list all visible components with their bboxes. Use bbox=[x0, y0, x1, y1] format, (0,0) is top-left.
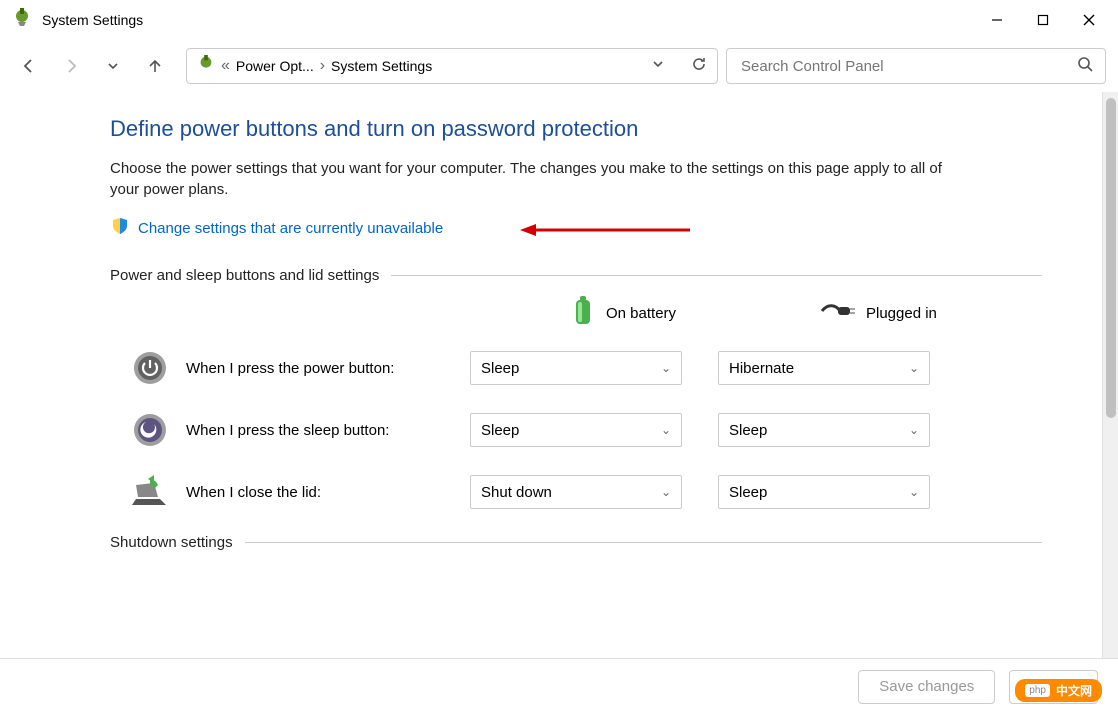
shield-icon bbox=[110, 216, 130, 241]
title-bar: System Settings bbox=[0, 0, 1118, 40]
search-box[interactable] bbox=[726, 48, 1106, 84]
control-panel-icon bbox=[197, 55, 215, 78]
chevron-right-icon: › bbox=[320, 57, 325, 75]
address-bar[interactable]: « Power Opt... › System Settings bbox=[186, 48, 718, 84]
scroll-thumb[interactable] bbox=[1106, 98, 1116, 418]
row-close-lid: When I close the lid: Shut down ⌄ Sleep ⌄ bbox=[130, 472, 1042, 512]
maximize-button[interactable] bbox=[1020, 4, 1066, 36]
column-plugged-in: Plugged in bbox=[820, 301, 1020, 325]
close-lid-battery-value: Shut down bbox=[481, 484, 552, 501]
app-icon bbox=[12, 8, 32, 33]
close-lid-plugged-value: Sleep bbox=[729, 484, 767, 501]
toolbar: « Power Opt... › System Settings bbox=[0, 40, 1118, 92]
refresh-button[interactable] bbox=[691, 56, 707, 77]
lid-icon bbox=[130, 472, 170, 512]
page-description: Choose the power settings that you want … bbox=[110, 158, 970, 200]
chevron-down-icon: ⌄ bbox=[909, 423, 919, 437]
breadcrumb-parent[interactable]: Power Opt... bbox=[236, 58, 314, 74]
row-power-label: When I press the power button: bbox=[186, 360, 470, 377]
search-icon[interactable] bbox=[1077, 56, 1093, 77]
sleep-button-plugged-select[interactable]: Sleep ⌄ bbox=[718, 413, 930, 447]
forward-button[interactable] bbox=[54, 49, 88, 83]
section-shutdown-label: Shutdown settings bbox=[110, 534, 233, 551]
chevron-down-icon: ⌄ bbox=[909, 485, 919, 499]
back-button[interactable] bbox=[12, 49, 46, 83]
chevron-down-icon: ⌄ bbox=[661, 423, 671, 437]
footer: Save changes Cancel bbox=[0, 658, 1118, 714]
sleep-icon bbox=[130, 410, 170, 450]
chevron-down-icon: ⌄ bbox=[661, 361, 671, 375]
content-area: Define power buttons and turn on passwor… bbox=[0, 92, 1102, 658]
chevron-down-icon: ⌄ bbox=[909, 361, 919, 375]
close-button[interactable] bbox=[1066, 4, 1112, 36]
window-title: System Settings bbox=[42, 12, 143, 28]
section-power-sleep: Power and sleep buttons and lid settings bbox=[110, 267, 1042, 284]
close-lid-battery-select[interactable]: Shut down ⌄ bbox=[470, 475, 682, 509]
sleep-button-plugged-value: Sleep bbox=[729, 422, 767, 439]
recent-dropdown[interactable] bbox=[96, 49, 130, 83]
row-lid-label: When I close the lid: bbox=[186, 484, 470, 501]
section-shutdown: Shutdown settings bbox=[110, 534, 1042, 551]
watermark: 中文网 bbox=[1015, 679, 1102, 702]
battery-icon bbox=[570, 294, 596, 332]
column-plugged-label: Plugged in bbox=[866, 305, 937, 322]
power-button-plugged-value: Hibernate bbox=[729, 360, 794, 377]
search-input[interactable] bbox=[739, 57, 1077, 76]
section-power-sleep-label: Power and sleep buttons and lid settings bbox=[110, 267, 379, 284]
row-sleep-label: When I press the sleep button: bbox=[186, 422, 470, 439]
address-dropdown-icon[interactable] bbox=[651, 57, 665, 76]
save-button[interactable]: Save changes bbox=[858, 670, 995, 704]
chevron-down-icon: ⌄ bbox=[661, 485, 671, 499]
change-settings-link[interactable]: Change settings that are currently unava… bbox=[138, 220, 443, 237]
annotation-arrow bbox=[520, 222, 690, 243]
sleep-button-battery-value: Sleep bbox=[481, 422, 519, 439]
scrollbar[interactable] bbox=[1102, 92, 1118, 658]
breadcrumb-prefix: « bbox=[221, 57, 230, 75]
column-battery-label: On battery bbox=[606, 305, 676, 322]
sleep-button-battery-select[interactable]: Sleep ⌄ bbox=[470, 413, 682, 447]
page-heading: Define power buttons and turn on passwor… bbox=[110, 116, 1042, 142]
power-icon bbox=[130, 348, 170, 388]
breadcrumb-current[interactable]: System Settings bbox=[331, 58, 432, 74]
up-button[interactable] bbox=[138, 49, 172, 83]
plug-icon bbox=[820, 301, 856, 325]
power-button-plugged-select[interactable]: Hibernate ⌄ bbox=[718, 351, 930, 385]
close-lid-plugged-select[interactable]: Sleep ⌄ bbox=[718, 475, 930, 509]
power-button-battery-select[interactable]: Sleep ⌄ bbox=[470, 351, 682, 385]
row-sleep-button: When I press the sleep button: Sleep ⌄ Sl… bbox=[130, 410, 1042, 450]
row-power-button: When I press the power button: Sleep ⌄ Hi… bbox=[130, 348, 1042, 388]
power-button-battery-value: Sleep bbox=[481, 360, 519, 377]
minimize-button[interactable] bbox=[974, 4, 1020, 36]
column-on-battery: On battery bbox=[570, 294, 770, 332]
watermark-text: 中文网 bbox=[1056, 682, 1092, 699]
